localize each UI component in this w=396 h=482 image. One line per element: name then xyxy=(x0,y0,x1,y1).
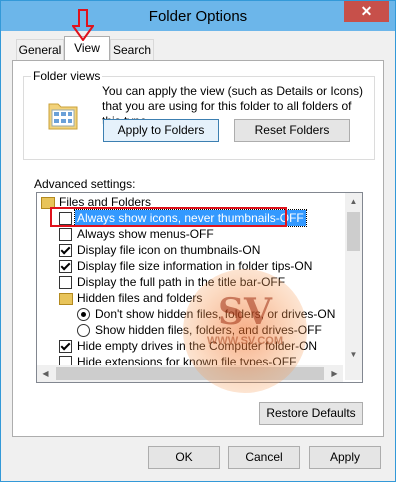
checkbox[interactable] xyxy=(59,260,72,273)
apply-to-folders-label: Apply to Folders xyxy=(117,123,205,137)
tree-item-label: Hidden files and folders xyxy=(77,291,203,305)
close-icon: ✕ xyxy=(360,3,373,19)
tab-general-label: General xyxy=(18,43,62,57)
checkbox[interactable] xyxy=(59,340,72,353)
folder-views-icon xyxy=(48,103,78,130)
tree-item-label: Display the full path in the title bar-O… xyxy=(77,275,286,289)
window-title: Folder Options xyxy=(148,8,248,25)
restore-defaults-button[interactable]: Restore Defaults xyxy=(259,402,363,425)
scroll-up-icon[interactable]: ▲ xyxy=(345,193,362,210)
advanced-settings-label: Advanced settings: xyxy=(34,177,136,191)
ok-button[interactable]: OK xyxy=(148,446,220,469)
radio-button[interactable] xyxy=(77,324,90,337)
reset-folders-label: Reset Folders xyxy=(254,123,330,137)
cancel-button[interactable]: Cancel xyxy=(228,446,300,469)
tree-item-label: Don't show hidden files, folders, or dri… xyxy=(95,307,336,321)
scroll-right-icon[interactable]: ▶ xyxy=(326,365,343,382)
restore-defaults-label: Restore Defaults xyxy=(266,406,356,420)
horizontal-scrollbar[interactable]: ◀ ▶ xyxy=(37,365,343,382)
tree-item-label: Display file icon on thumbnails-ON xyxy=(77,243,261,257)
tab-general[interactable]: General xyxy=(16,39,64,60)
close-button[interactable]: ✕ xyxy=(344,1,389,22)
tab-search[interactable]: Search xyxy=(110,39,154,60)
title-bar[interactable]: Folder Options ✕ xyxy=(1,1,395,31)
apply-to-folders-button[interactable]: Apply to Folders xyxy=(103,119,219,142)
tree-item-label: Always show menus-OFF xyxy=(77,227,214,241)
tab-view-label: View xyxy=(74,41,100,55)
scroll-left-icon[interactable]: ◀ xyxy=(37,365,54,382)
tree-item-label: Show hidden files, folders, and drives-O… xyxy=(95,323,322,337)
radio-button[interactable] xyxy=(77,308,90,321)
folder-options-window: Folder Options ✕ General View Search Fol… xyxy=(0,0,396,482)
reset-folders-button[interactable]: Reset Folders xyxy=(234,119,350,142)
checkbox[interactable] xyxy=(59,228,72,241)
checkbox[interactable] xyxy=(59,244,72,257)
tree-item-label: Hide empty drives in the Computer folder… xyxy=(77,339,318,353)
apply-button[interactable]: Apply xyxy=(309,446,381,469)
ok-label: OK xyxy=(175,450,193,464)
checkbox[interactable] xyxy=(59,276,72,289)
folder-icon xyxy=(59,293,73,305)
folder-views-label: Folder views xyxy=(31,69,103,83)
tree-item-label: Display file size information in folder … xyxy=(77,259,313,273)
highlight-box xyxy=(50,207,287,227)
cancel-label: Cancel xyxy=(245,450,283,464)
horizontal-scroll-thumb[interactable] xyxy=(56,367,324,380)
apply-label: Apply xyxy=(329,450,361,464)
vertical-scroll-thumb[interactable] xyxy=(347,212,360,251)
vertical-scrollbar[interactable]: ▲ ▼ xyxy=(345,193,362,380)
scroll-down-icon[interactable]: ▼ xyxy=(345,346,362,363)
tab-search-label: Search xyxy=(112,43,152,57)
red-arrow-down-icon xyxy=(72,9,94,41)
